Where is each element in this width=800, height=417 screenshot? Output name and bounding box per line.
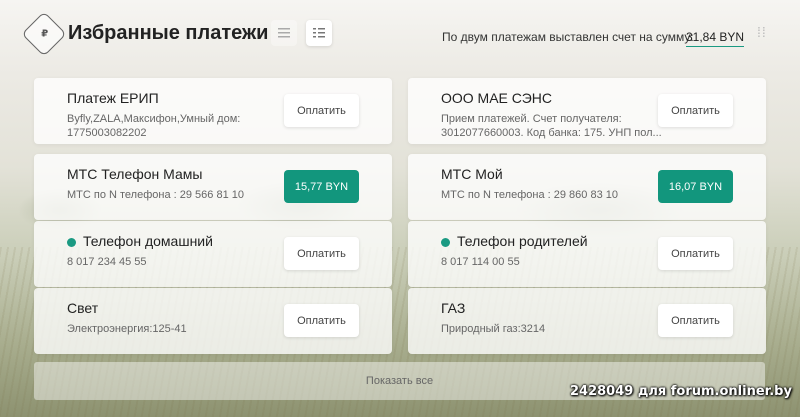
bill-summary-label: По двум платежам выставлен счет на сумму… xyxy=(442,30,694,44)
payment-card-subtitle: 8 017 234 45 55 xyxy=(67,256,147,268)
payment-card-title: МТС Телефон Мамы xyxy=(67,166,203,182)
page-header: ₽ Избранные платежи По двум платежам выс… xyxy=(0,0,800,66)
list-icon xyxy=(278,28,290,38)
payment-card-subtitle: МТС по N телефона : 29 566 81 10 xyxy=(67,189,244,201)
payment-card-title: ООО МАЕ СЭНС xyxy=(441,90,553,106)
grid-icon xyxy=(313,28,325,38)
payment-card[interactable]: Платеж ЕРИП Byfly,ZALA,Максифон,Умный дом… xyxy=(34,78,392,144)
payment-card-title: Свет xyxy=(67,300,99,316)
pay-amount-button[interactable]: 15,77 BYN xyxy=(284,170,359,203)
payment-card-subtitle: 8 017 114 00 55 xyxy=(441,256,520,268)
payment-card-title: Телефон родителей xyxy=(457,233,588,249)
payment-card-subtitle: Прием платежей. Счет получателя: 3012077… xyxy=(441,113,662,139)
pay-button[interactable]: Оплатить xyxy=(284,94,359,127)
status-dot-icon xyxy=(67,238,76,247)
watermark: 2428049 для forum.onliner.by xyxy=(570,384,792,399)
payment-card[interactable]: ГАЗ Природный газ:3214 Оплатить xyxy=(408,288,766,354)
payment-card-title: Платеж ЕРИП xyxy=(67,90,159,106)
payment-card[interactable]: ООО МАЕ СЭНС Прием платежей. Счет получат… xyxy=(408,78,766,144)
pay-button[interactable]: Оплатить xyxy=(284,237,359,270)
payment-card[interactable]: Свет Электроэнергия:125-41 Оплатить xyxy=(34,288,392,354)
drag-handle-icon[interactable]: ⁞⁞ xyxy=(757,24,767,40)
payment-card-title: ГАЗ xyxy=(441,300,466,316)
payment-card-title: Телефон домашний xyxy=(83,233,213,249)
payment-card[interactable]: МТС Мой МТС по N телефона : 29 860 83 10 1… xyxy=(408,154,766,220)
payment-card-title: МТС Мой xyxy=(441,166,503,182)
pay-button[interactable]: Оплатить xyxy=(658,237,733,270)
payment-card-subtitle: МТС по N телефона : 29 860 83 10 xyxy=(441,189,618,201)
pay-button[interactable]: Оплатить xyxy=(284,304,359,337)
payment-card[interactable]: МТС Телефон Мамы МТС по N телефона : 29 5… xyxy=(34,154,392,220)
payment-card[interactable]: Телефон домашний 8 017 234 45 55 Оплатить xyxy=(34,221,392,287)
detailed-view-button[interactable] xyxy=(306,20,332,46)
payment-tag-icon: ₽ xyxy=(21,11,67,57)
payment-card[interactable]: Телефон родителей 8 017 114 00 55 Оплатить xyxy=(408,221,766,287)
page-title: Избранные платежи xyxy=(68,22,269,44)
status-dot-icon xyxy=(441,238,450,247)
pay-amount-button[interactable]: 16,07 BYN xyxy=(658,170,733,203)
payment-card-subtitle: Byfly,ZALA,Максифон,Умный дом: 177500308… xyxy=(67,113,241,139)
bill-summary-amount[interactable]: 31,84 BYN xyxy=(686,30,745,47)
payment-card-subtitle: Природный газ:3214 xyxy=(441,323,546,335)
pay-button[interactable]: Оплатить xyxy=(658,304,733,337)
payment-card-subtitle: Электроэнергия:125-41 xyxy=(67,323,187,335)
list-view-button[interactable] xyxy=(271,20,297,46)
pay-button[interactable]: Оплатить xyxy=(658,94,733,127)
